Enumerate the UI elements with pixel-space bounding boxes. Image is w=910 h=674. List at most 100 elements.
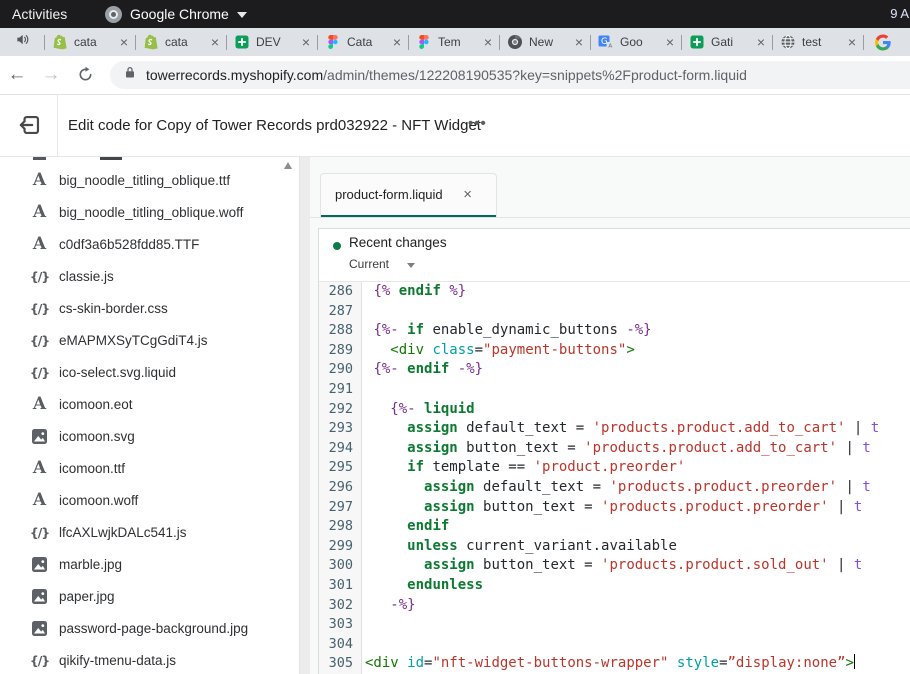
file-list: Abig_noodle_titling_oblique.ttfAbig_nood… <box>0 157 299 674</box>
tab-close-button[interactable]: × <box>666 35 674 49</box>
code-lines[interactable]: {% endif %} {%- if enable_dynamic_button… <box>362 282 910 674</box>
file-list-item[interactable]: marble.jpg <box>0 548 299 580</box>
tab-title: cata <box>165 34 205 50</box>
file-list-item[interactable]: {/}lfcAXLwjkDALc541.js <box>0 516 299 548</box>
audio-indicator <box>0 32 44 52</box>
line-number: 286 <box>319 282 361 302</box>
tab-close-button[interactable]: × <box>120 35 128 49</box>
file-sidebar: Abig_noodle_titling_oblique.ttfAbig_nood… <box>0 157 300 674</box>
tab-close-button[interactable]: × <box>848 35 856 49</box>
code-line[interactable]: if template == 'product.preorder' <box>365 458 910 478</box>
editor-tab-close-button[interactable]: × <box>463 174 472 216</box>
code-line[interactable] <box>365 615 910 635</box>
code-editor-panel: product-form.liquid × Recent changes Cur… <box>310 157 910 674</box>
code-line[interactable]: assign button_text = 'products.product.s… <box>365 556 910 576</box>
code-line[interactable]: -%} <box>365 596 910 616</box>
code-line[interactable]: {%- endif -%} <box>365 360 910 380</box>
tab-close-button[interactable]: × <box>757 35 765 49</box>
line-number: 295 <box>319 458 361 478</box>
forward-button[interactable]: → <box>34 64 68 86</box>
code-line[interactable]: assign button_text = 'products.product.a… <box>365 439 910 459</box>
file-list-item[interactable]: icomoon.svg <box>0 420 299 452</box>
file-list-item[interactable]: {/}eMAPMXSyTCgGdiT4.js <box>0 324 299 356</box>
scrollbar-up-arrow-icon[interactable] <box>284 162 292 169</box>
chevron-down-icon[interactable] <box>407 263 415 268</box>
tab-close-button[interactable]: × <box>211 35 219 49</box>
tab-title: Cata <box>347 34 387 50</box>
font-file-icon: A <box>31 492 48 509</box>
file-list-item[interactable]: Abig_noodle_titling_oblique.ttf <box>0 164 299 196</box>
figma-icon <box>416 34 432 50</box>
file-name: big_noodle_titling_oblique.woff <box>59 205 243 220</box>
browser-tab[interactable]: Gati× <box>682 28 772 56</box>
reload-button[interactable] <box>68 64 102 86</box>
app-menu[interactable]: Google Chrome <box>105 0 247 28</box>
file-list-item[interactable]: Aicomoon.ttf <box>0 452 299 484</box>
file-list-item[interactable]: {/}qikify-tmenu-data.js <box>0 644 299 674</box>
file-list-item[interactable]: {/}cs-skin-border.css <box>0 292 299 324</box>
tab-title: Goo <box>620 34 660 50</box>
file-name: cs-skin-border.css <box>59 301 168 316</box>
browser-tab[interactable]: cata × <box>45 28 135 56</box>
browser-tab[interactable]: GAGoo× <box>591 28 681 56</box>
tab-title-fade <box>737 34 751 50</box>
main-content: Abig_noodle_titling_oblique.ttfAbig_nood… <box>0 157 910 674</box>
browser-tab[interactable]: Cata × <box>318 28 408 56</box>
browser-tab[interactable]: New× <box>500 28 590 56</box>
browser-tab[interactable]: cata × <box>136 28 226 56</box>
file-list-item[interactable]: paper.jpg <box>0 580 299 612</box>
code-line[interactable] <box>365 635 910 655</box>
line-number: 305 <box>319 654 361 674</box>
url-bar[interactable]: towerrecords.myshopify.com/admin/themes/… <box>110 61 910 89</box>
code-line[interactable]: <div class="payment-buttons"> <box>365 341 910 361</box>
code-line[interactable]: assign button_text = 'products.product.p… <box>365 498 910 518</box>
line-number: 293 <box>319 419 361 439</box>
file-list-item[interactable]: Aicomoon.eot <box>0 388 299 420</box>
more-actions-button[interactable]: ••• <box>468 95 487 153</box>
code-area[interactable]: 2862872882892902912922932942952962972982… <box>319 282 910 674</box>
file-list-item[interactable]: {/}ico-select.svg.liquid <box>0 356 299 388</box>
tab-close-button[interactable]: × <box>484 35 492 49</box>
code-line[interactable]: endif <box>365 517 910 537</box>
file-list-item[interactable]: Abig_noodle_titling_oblique.woff <box>0 196 299 228</box>
browser-tab[interactable]: DEV× <box>227 28 317 56</box>
file-list-item[interactable]: password-page-background.jpg <box>0 612 299 644</box>
code-line[interactable]: {%- if enable_dynamic_buttons -%} <box>365 321 910 341</box>
code-line[interactable]: {% endif %} <box>365 282 910 302</box>
browser-tab[interactable]: test × <box>773 28 863 56</box>
line-number: 297 <box>319 498 361 518</box>
tab-close-button[interactable]: × <box>393 35 401 49</box>
url-domain: towerrecords.myshopify.com <box>146 67 323 83</box>
code-file-icon: {/} <box>31 653 48 668</box>
code-line[interactable] <box>365 380 910 400</box>
browser-tab[interactable]: Tem × <box>409 28 499 56</box>
tab-title: Tem <box>438 34 478 50</box>
tab-close-button[interactable]: × <box>302 35 310 49</box>
lock-icon[interactable] <box>124 66 136 84</box>
tab-title: test <box>802 34 842 50</box>
code-line[interactable]: unless current_variant.available <box>365 537 910 557</box>
back-button[interactable]: ← <box>0 64 34 86</box>
code-line[interactable]: assign default_text = 'products.product.… <box>365 478 910 498</box>
file-list-item[interactable]: Ac0df3a6b528fdd85.TTF <box>0 228 299 260</box>
code-line[interactable]: endunless <box>365 576 910 596</box>
editor-file-tab[interactable]: product-form.liquid × <box>320 173 497 218</box>
exit-code-editor-button[interactable] <box>18 113 42 137</box>
browser-tab[interactable] <box>864 34 909 50</box>
code-line[interactable]: assign default_text = 'products.product.… <box>365 419 910 439</box>
tab-close-button[interactable]: × <box>575 35 583 49</box>
line-number: 299 <box>319 537 361 557</box>
code-line[interactable]: <div id="nft-widget-buttons-wrapper" sty… <box>365 654 910 674</box>
clipped-row-fragment <box>100 157 122 160</box>
line-number: 298 <box>319 517 361 537</box>
file-list-item[interactable]: Aicomoon.woff <box>0 484 299 516</box>
image-file-icon <box>31 621 48 636</box>
activities-button[interactable]: Activities <box>12 0 67 28</box>
version-dropdown[interactable]: Current <box>349 257 389 271</box>
line-number: 304 <box>319 635 361 655</box>
code-line[interactable] <box>365 302 910 322</box>
tab-title: cata <box>74 34 114 50</box>
file-list-item[interactable]: {/}classie.js <box>0 260 299 292</box>
code-line[interactable]: {%- liquid <box>365 400 910 420</box>
line-number: 301 <box>319 576 361 596</box>
